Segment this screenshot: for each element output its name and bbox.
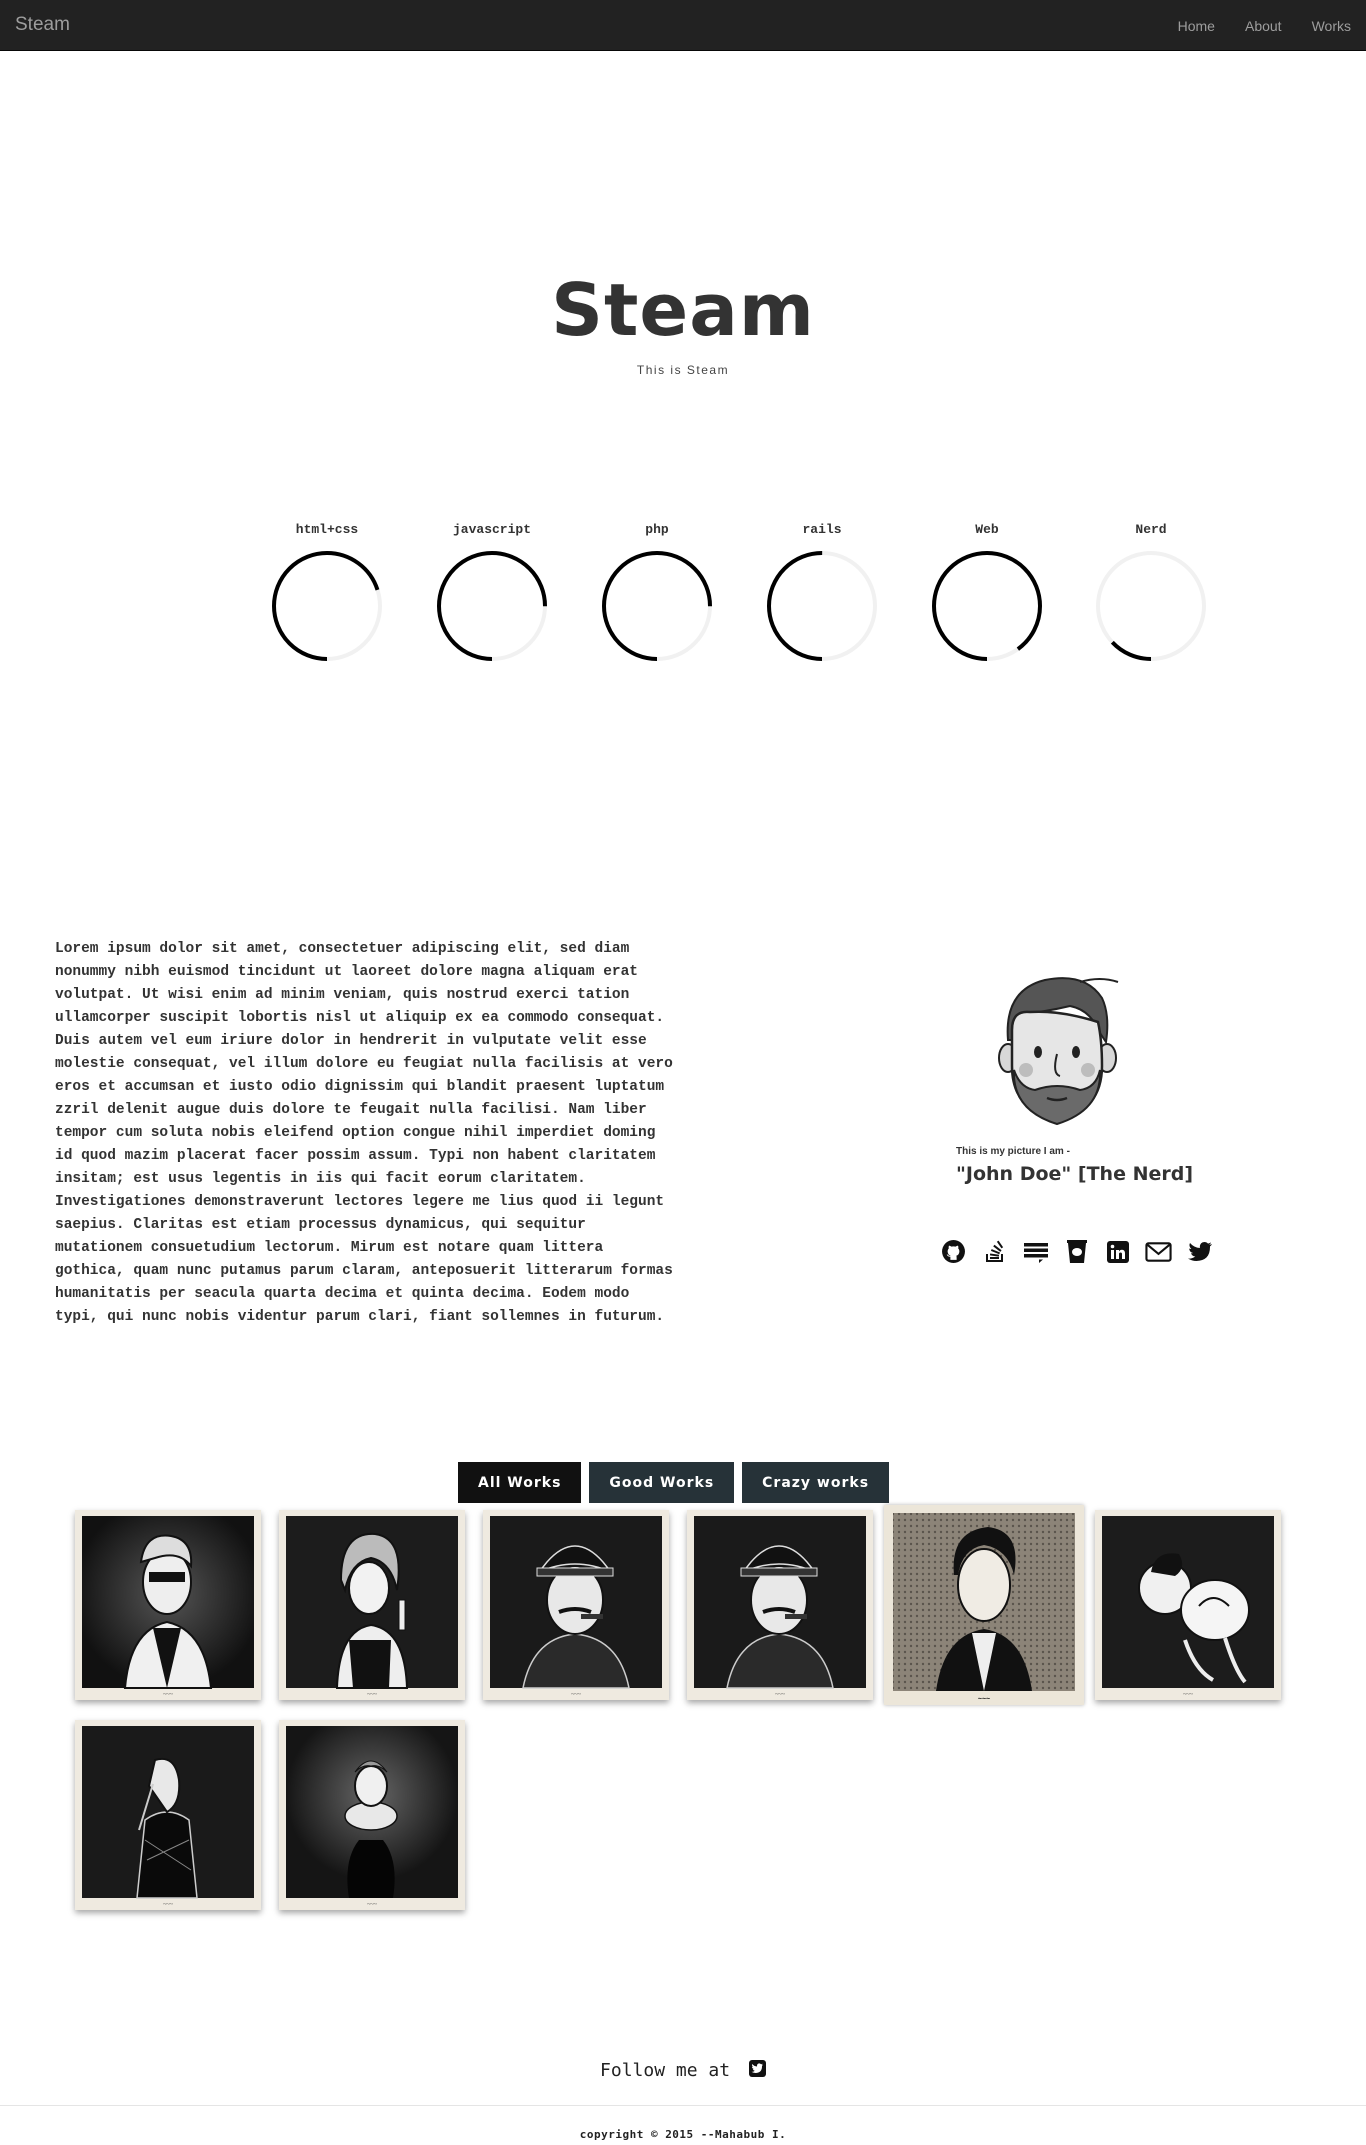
nav-works-link[interactable]: Works bbox=[1297, 18, 1366, 34]
github-icon[interactable] bbox=[940, 1238, 967, 1265]
linkedin-icon[interactable] bbox=[1104, 1238, 1131, 1265]
svg-text:~~~: ~~~ bbox=[978, 1696, 990, 1703]
work-tile[interactable]: ~~~ bbox=[1095, 1510, 1281, 1700]
skill-ring bbox=[1096, 551, 1206, 661]
skills-section: html+css javascript php rails Web Nerd bbox=[0, 522, 1366, 672]
work-illustration: ~~~ bbox=[82, 1726, 254, 1908]
svg-text:~~~: ~~~ bbox=[163, 1692, 173, 1698]
works-filters: All Works Good Works Crazy works bbox=[458, 1462, 890, 1503]
work-illustration: ~~~ bbox=[893, 1513, 1075, 1703]
svg-text:~~~: ~~~ bbox=[367, 1692, 377, 1698]
skill-ring bbox=[602, 551, 712, 661]
svg-text:~~~: ~~~ bbox=[367, 1902, 377, 1908]
skill-label: javascript bbox=[452, 522, 531, 537]
work-illustration: ~~~ bbox=[286, 1516, 458, 1698]
coffee-icon[interactable] bbox=[1063, 1238, 1090, 1265]
svg-text:~~~: ~~~ bbox=[1183, 1692, 1193, 1698]
navbar: Steam Home About Works bbox=[0, 0, 1366, 51]
avatar-image bbox=[998, 977, 1119, 1126]
filter-good-works-button[interactable]: Good Works bbox=[589, 1462, 735, 1503]
follow-text: Follow me at bbox=[600, 2060, 731, 2081]
work-tile[interactable]: ~~~ bbox=[483, 1510, 669, 1700]
work-tile[interactable]: ~~~ bbox=[279, 1510, 465, 1700]
twitter-square-icon[interactable] bbox=[748, 2060, 766, 2082]
work-tile[interactable]: ~~~ bbox=[279, 1720, 465, 1910]
work-tile[interactable]: ~~~ bbox=[75, 1720, 261, 1910]
work-tile[interactable]: ~~~ bbox=[75, 1510, 261, 1700]
skill-label: html+css bbox=[295, 522, 359, 537]
work-illustration: ~~~ bbox=[82, 1516, 254, 1698]
skill-javascript: javascript bbox=[432, 522, 552, 662]
skill-nerd: Nerd bbox=[1091, 522, 1211, 662]
work-illustration: ~~~ bbox=[1102, 1516, 1274, 1698]
skill-label: Web bbox=[975, 522, 999, 537]
envelope-icon[interactable] bbox=[1145, 1238, 1172, 1265]
work-illustration: ~~~ bbox=[694, 1516, 866, 1698]
skill-label: rails bbox=[802, 522, 842, 537]
profile-name: "John Doe" [The Nerd] bbox=[956, 1163, 1194, 1185]
svg-text:~~~: ~~~ bbox=[163, 1902, 173, 1908]
nav-about-link[interactable]: About bbox=[1230, 18, 1297, 34]
copyright: copyright © 2015 --Mahabub I. bbox=[579, 2128, 787, 2141]
profile-card: This is my picture I am - "John Doe" [Th… bbox=[940, 970, 1240, 1185]
svg-text:~~~: ~~~ bbox=[775, 1692, 785, 1698]
skill-ring bbox=[272, 551, 382, 661]
about-text: Lorem ipsum dolor sit amet, consectetuer… bbox=[55, 941, 673, 1325]
skill-ring bbox=[767, 551, 877, 661]
work-illustration: ~~~ bbox=[490, 1516, 662, 1698]
social-links bbox=[940, 1238, 1213, 1265]
hero-subtitle: This is Steam bbox=[636, 363, 730, 377]
picture-caption: This is my picture I am - bbox=[956, 1146, 1070, 1157]
svg-text:~~~: ~~~ bbox=[571, 1692, 581, 1698]
skill-label: Nerd bbox=[1135, 522, 1167, 537]
nav-links: Home About Works bbox=[1163, 0, 1366, 51]
filter-all-works-button[interactable]: All Works bbox=[458, 1462, 582, 1503]
follow-me: Follow me at bbox=[0, 2060, 1366, 2082]
brand-link[interactable]: Steam bbox=[15, 14, 70, 36]
skill-web: Web bbox=[927, 522, 1047, 662]
stackoverflow-icon[interactable] bbox=[981, 1238, 1008, 1265]
work-tile[interactable]: ~~~ bbox=[687, 1510, 873, 1700]
nav-home-link[interactable]: Home bbox=[1163, 18, 1230, 34]
skill-ring bbox=[437, 551, 547, 661]
skill-ring bbox=[932, 551, 1042, 661]
skill-label: php bbox=[645, 522, 669, 537]
hero-title: Steam bbox=[551, 268, 815, 352]
skill-php: php bbox=[597, 522, 717, 662]
footer-divider bbox=[0, 2105, 1366, 2106]
skill-html-css: html+css bbox=[267, 522, 387, 662]
filter-crazy-works-button[interactable]: Crazy works bbox=[742, 1462, 890, 1503]
work-illustration: ~~~ bbox=[286, 1726, 458, 1908]
skill-rails: rails bbox=[762, 522, 882, 662]
stackexchange-icon[interactable] bbox=[1022, 1238, 1049, 1265]
work-tile[interactable]: ~~~ bbox=[884, 1505, 1084, 1705]
twitter-icon[interactable] bbox=[1186, 1238, 1213, 1265]
